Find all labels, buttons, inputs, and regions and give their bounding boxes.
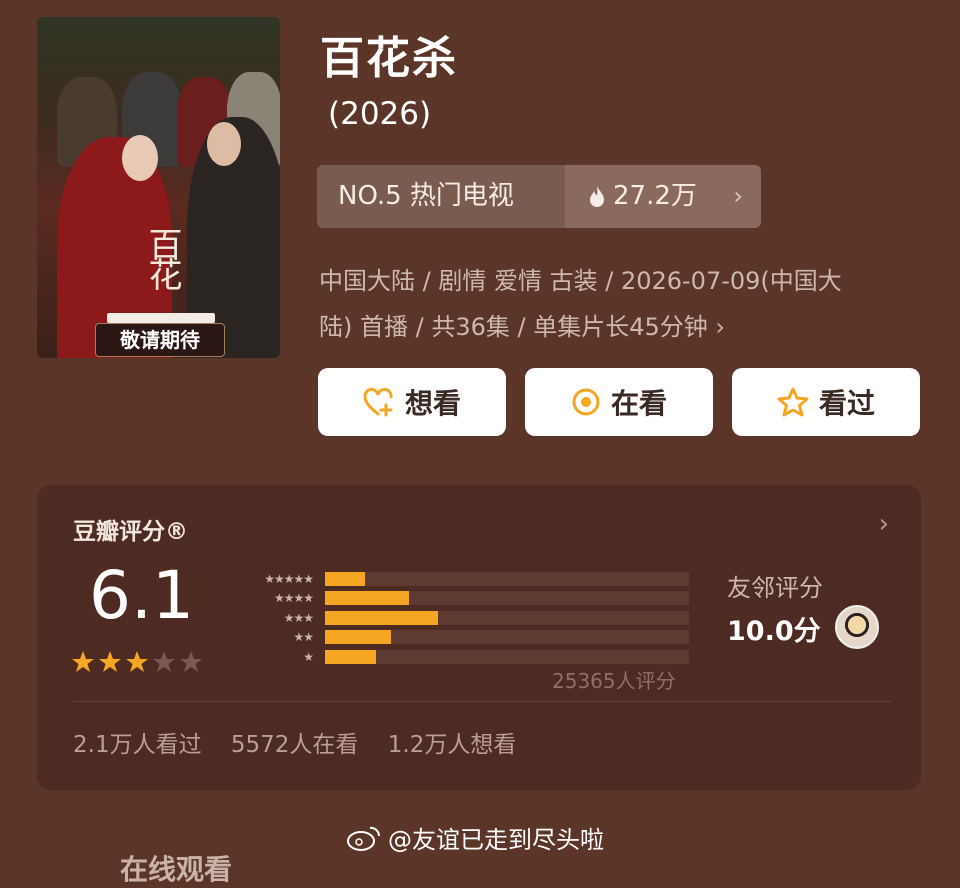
poster-face	[207, 122, 241, 166]
friend-rating-label: 友邻评分	[727, 574, 823, 602]
target-icon	[572, 388, 600, 416]
friend-rating-score: 10.0分	[727, 616, 821, 647]
poster-calligraphy: 百花	[142, 227, 182, 287]
movie-title: 百花杀	[320, 33, 458, 84]
watched-button[interactable]: 看过	[732, 368, 920, 436]
rating-bar-stars: ★★★★★	[264, 571, 314, 586]
rating-bar-stars: ★★★	[283, 610, 314, 625]
poster-face	[122, 135, 158, 181]
watch-summary: 2.1万人看过 5572人在看 1.2万人想看	[73, 725, 538, 759]
meta-line: 中国大陆 / 剧情 爱情 古装 / 2026-07-09(中国大	[319, 267, 842, 295]
heat-button[interactable]: 27.2万 ›	[565, 165, 761, 228]
action-buttons: 想看 在看 看过	[318, 368, 920, 436]
movie-meta[interactable]: 中国大陆 / 剧情 爱情 古装 / 2026-07-09(中国大 陆) 首播 /…	[319, 258, 929, 350]
star-filled-icon	[99, 651, 121, 672]
rating-card[interactable]: 豆瓣评分® › 6.1 ★★★★★ ★★★★ ★★★ ★★ ★ 25365人评分 友邻评…	[37, 485, 921, 790]
rating-distribution: ★★★★★ ★★★★ ★★★ ★★ ★	[227, 569, 689, 667]
chevron-right-icon[interactable]: ›	[879, 509, 889, 539]
want-to-watch-label: 想看	[404, 387, 461, 420]
movie-year: (2026)	[328, 96, 432, 132]
rating-bar-track	[325, 610, 689, 625]
rank-box[interactable]: NO.5 热门电视 27.2万 ›	[317, 165, 761, 228]
rating-bar-stars: ★★	[293, 630, 314, 645]
star-empty-icon	[153, 651, 175, 672]
flame-icon	[590, 185, 604, 207]
rating-bar-fill	[325, 630, 391, 645]
watching-label: 在看	[610, 387, 667, 420]
rating-count: 25365人评分	[552, 669, 676, 693]
divider	[73, 701, 891, 702]
rating-bar-row: ★	[227, 647, 689, 667]
rating-bar-fill	[325, 649, 376, 664]
watched-count: 2.1万人看过	[73, 732, 202, 758]
rating-stars	[71, 650, 203, 674]
rating-bar-track	[325, 630, 689, 645]
meta-line-2: 陆) 首播 / 共36集 / 单集片长45分钟 ›	[319, 313, 726, 341]
star-filled-icon	[72, 651, 94, 672]
rating-bar-row: ★★★★	[227, 589, 689, 609]
star-outline-icon	[777, 387, 809, 417]
avatar[interactable]	[835, 605, 879, 649]
rating-label: 豆瓣评分®	[73, 519, 188, 545]
star-empty-icon	[180, 651, 202, 672]
chevron-right-icon: ›	[715, 313, 726, 341]
poster-tag: 敬请期待	[95, 323, 225, 357]
section-heading-partial: 在线观看	[120, 853, 233, 886]
rating-bar-track	[325, 591, 689, 606]
chevron-right-icon: ›	[733, 182, 743, 210]
rating-bar-stars: ★★★★	[273, 591, 314, 606]
want-to-watch-button[interactable]: 想看	[318, 368, 506, 436]
rating-bar-row: ★★	[227, 628, 689, 648]
watched-label: 看过	[818, 387, 875, 420]
heart-plus-icon	[363, 388, 393, 417]
star-filled-icon	[126, 651, 148, 672]
want-count: 1.2万人想看	[387, 732, 517, 758]
rating-bar-fill	[325, 571, 366, 586]
rank-label: NO.5 热门电视	[338, 181, 514, 211]
rating-bar-row: ★★★	[227, 608, 689, 628]
watermark-text: @友谊已走到尽头啦	[388, 826, 604, 854]
rating-bar-row: ★★★★★	[227, 569, 689, 589]
heat-value: 27.2万	[613, 181, 697, 211]
watching-button[interactable]: 在看	[525, 368, 713, 436]
watching-count: 5572人在看	[230, 732, 359, 758]
rating-bar-stars: ★	[303, 649, 314, 664]
rating-bar-track	[325, 649, 689, 664]
weibo-logo-icon	[347, 826, 381, 851]
rating-bar-fill	[325, 591, 409, 606]
rating-bar-fill	[325, 610, 438, 625]
rating-score: 6.1	[89, 557, 194, 634]
watermark: @友谊已走到尽头啦	[346, 820, 604, 855]
poster-image[interactable]: 百花 敬请期待	[37, 17, 280, 358]
rating-bar-track	[325, 571, 689, 586]
poster-subtag	[107, 313, 215, 323]
